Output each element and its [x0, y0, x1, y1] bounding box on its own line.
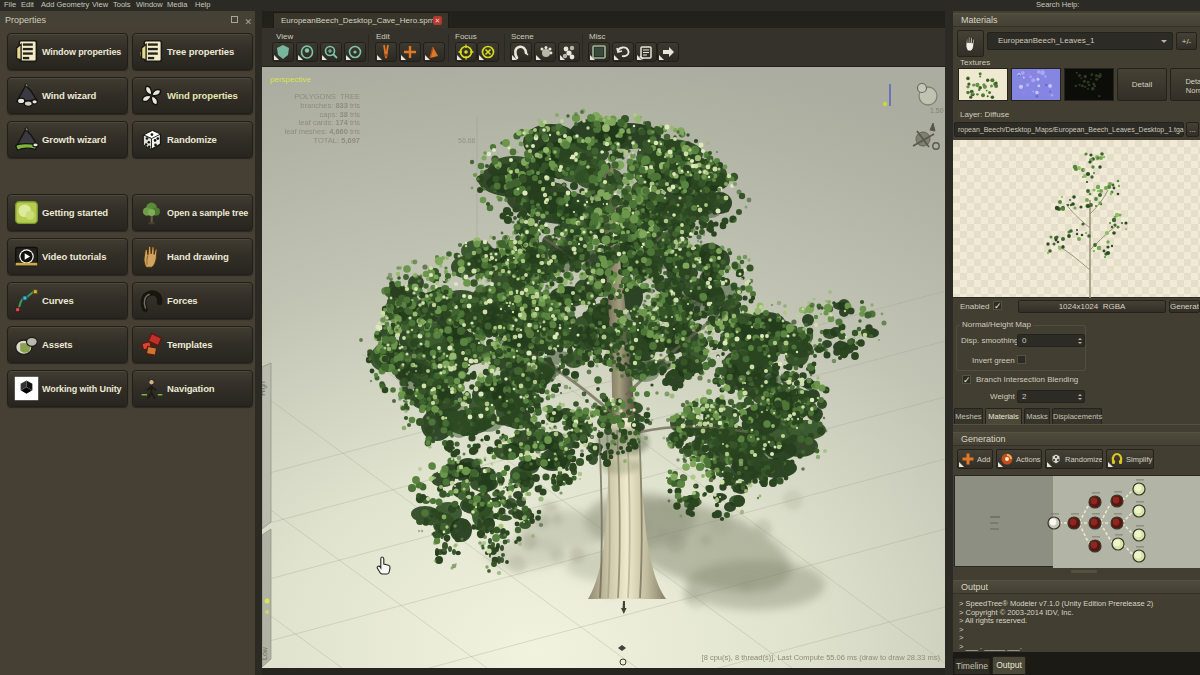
- svg-text:1.50: 1.50: [930, 107, 944, 114]
